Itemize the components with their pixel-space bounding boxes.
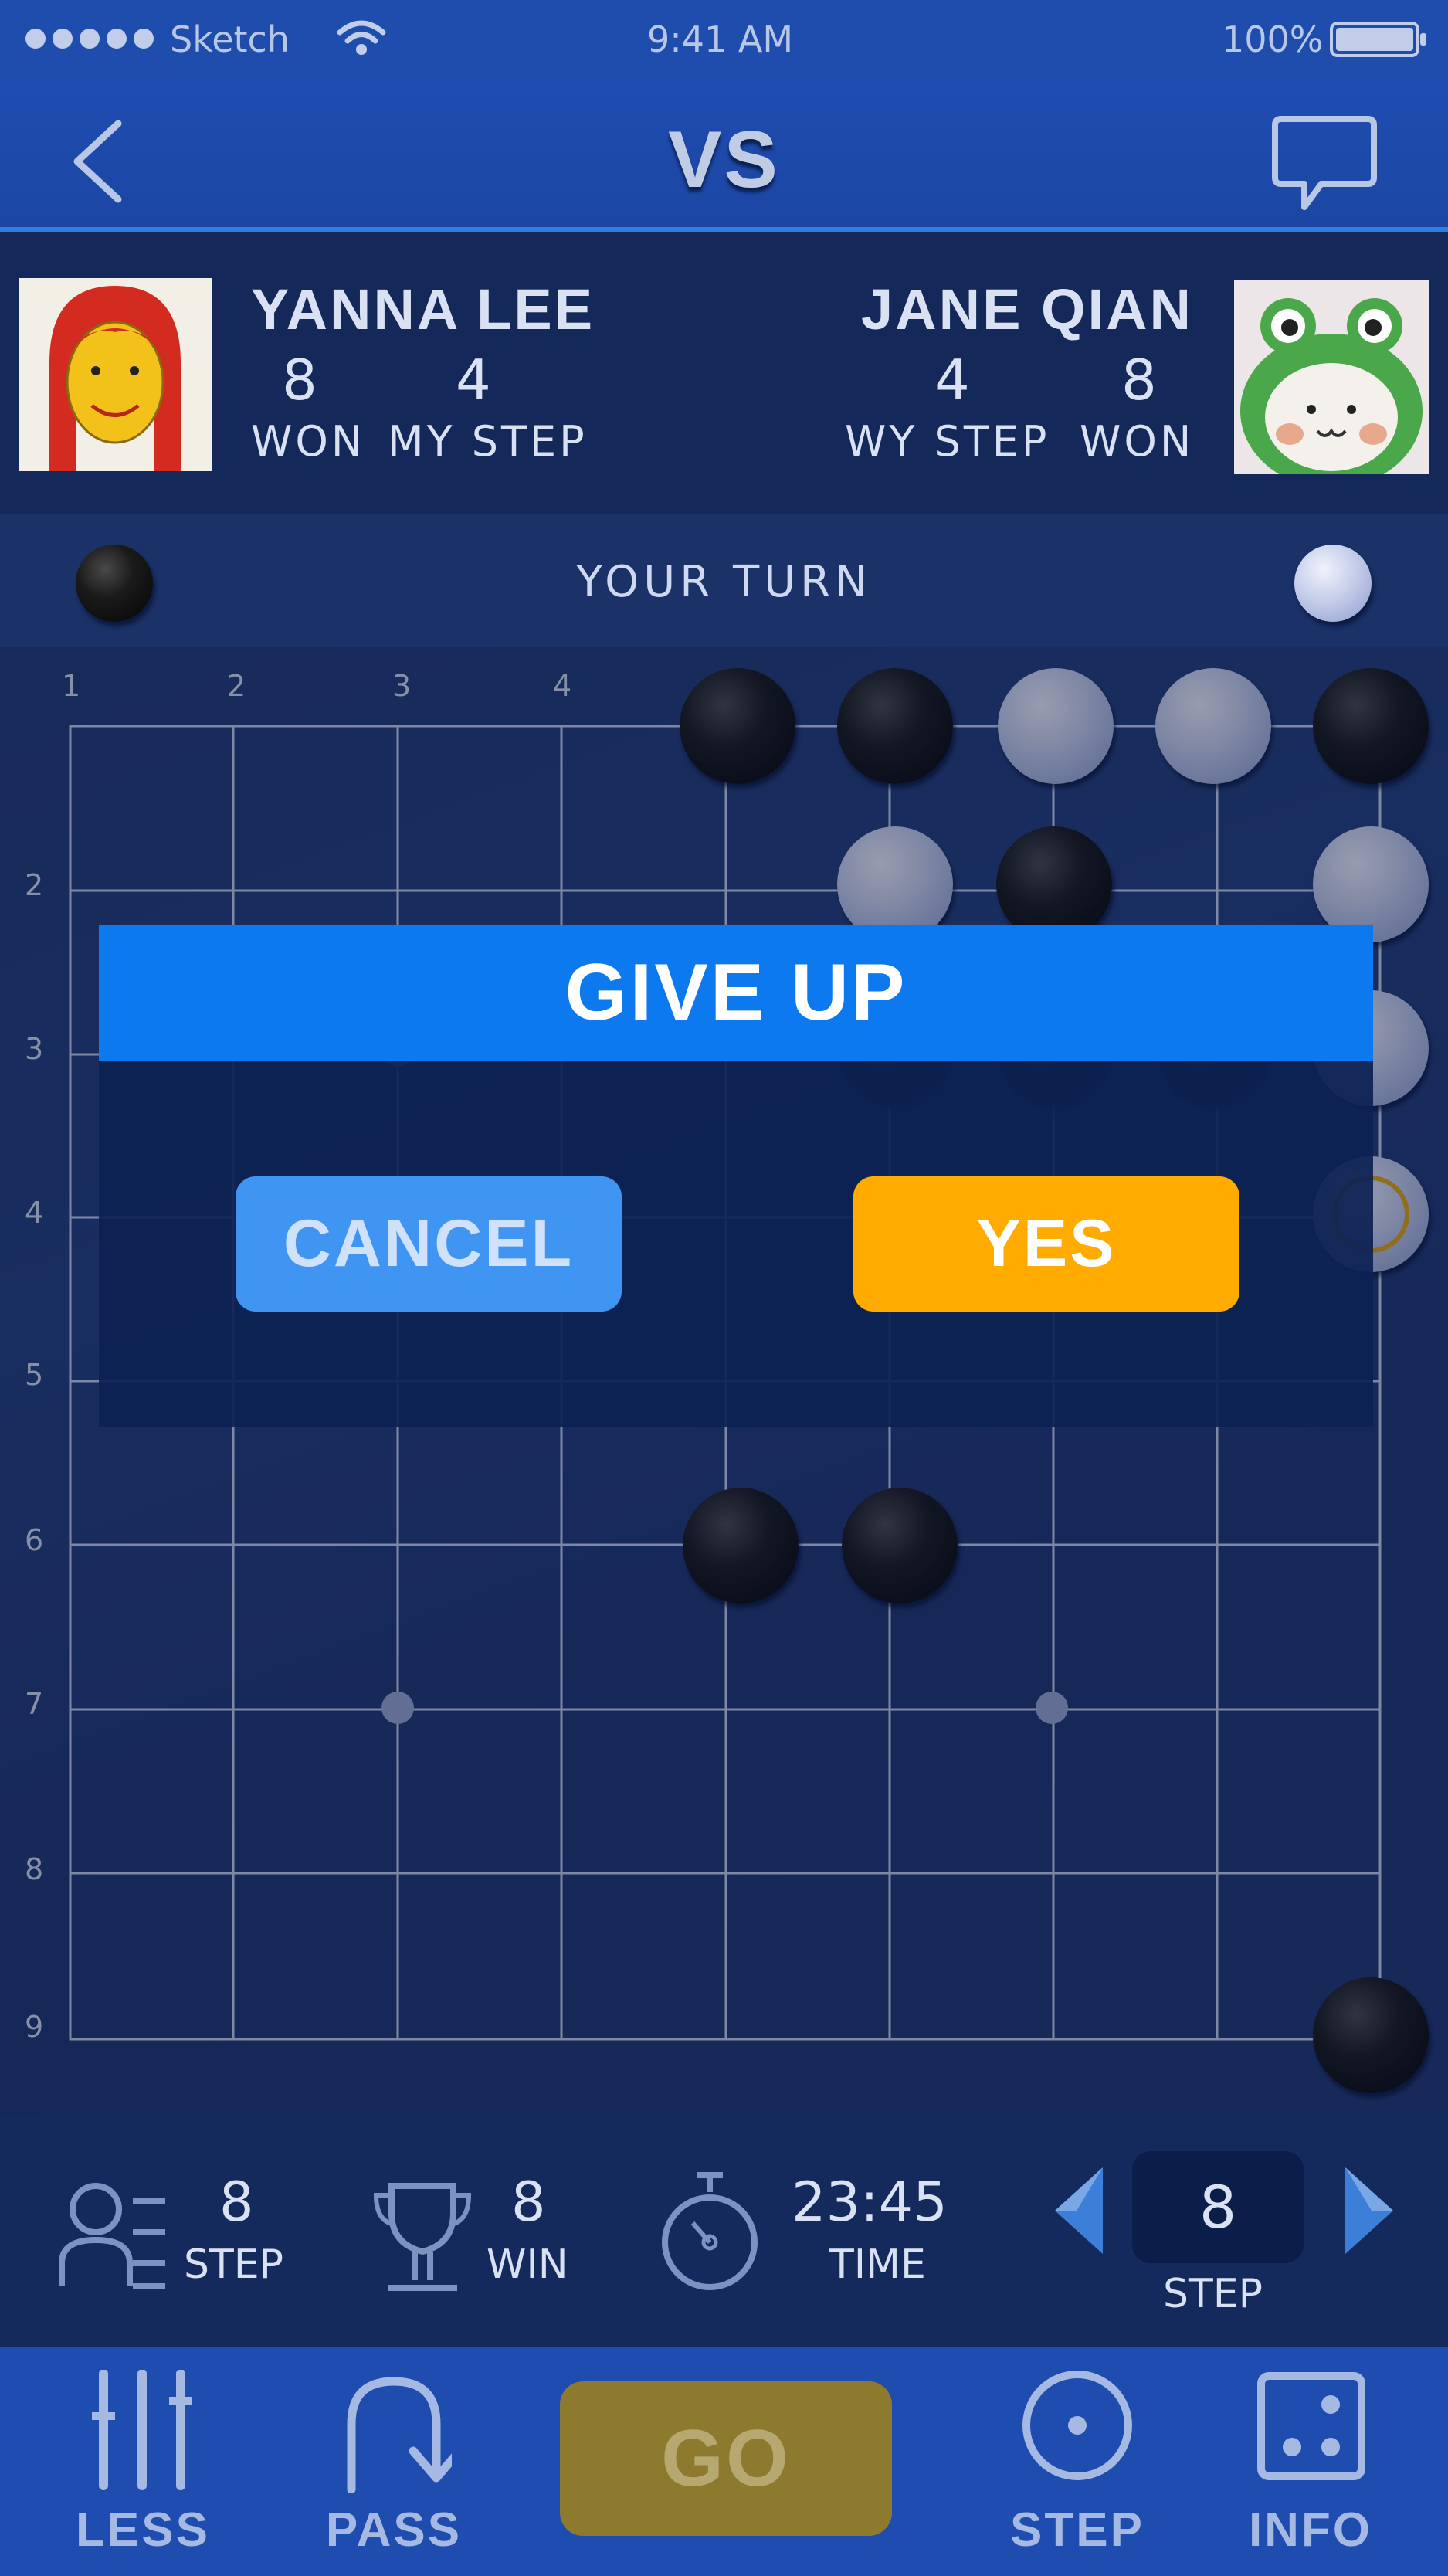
carrier-label: Sketch <box>170 19 290 60</box>
tab-step[interactable]: STEP <box>1008 2370 1147 2563</box>
player-left-step-value: 4 <box>456 348 491 412</box>
step-next-icon[interactable] <box>1342 2164 1396 2257</box>
turn-indicator-bar: YOUR TURN <box>0 514 1448 647</box>
give-up-dialog: GIVE UP CANCEL YES <box>99 925 1373 1427</box>
player-right-won-label: WON <box>1080 417 1195 466</box>
step-stat-value: 8 <box>219 2170 254 2234</box>
step-stepper-value[interactable]: 8 <box>1132 2151 1304 2263</box>
clock: 9:41 AM <box>647 19 794 60</box>
time-stat-label: TIME <box>829 2242 926 2288</box>
stats-bar: 8 STEP 8 WIN 23:45 TIME 8 STEP <box>0 2116 1448 2347</box>
nav-header: VS <box>0 80 1448 233</box>
win-stat-label: WIN <box>487 2242 568 2288</box>
dice-icon <box>1257 2372 1365 2480</box>
app-screen: { "status_bar": { "carrier": "Sketch", "… <box>0 0 1448 2576</box>
page-title: VS <box>668 115 780 205</box>
player-right-name: JANE QIAN <box>861 277 1193 341</box>
tab-step-label: STEP <box>1010 2503 1144 2557</box>
go-button[interactable]: GO <box>560 2381 892 2536</box>
opponent-stone-indicator <box>1294 545 1372 622</box>
yes-button[interactable]: YES <box>853 1176 1239 1312</box>
bottom-tab-bar: LESS PASS GO STEP INFO <box>0 2347 1448 2576</box>
player-left-won-value: 8 <box>282 348 317 412</box>
tab-info[interactable]: INFO <box>1241 2370 1380 2563</box>
player-right-step-value: 4 <box>934 348 970 412</box>
chat-bubble-icon[interactable] <box>1270 113 1378 213</box>
win-stat-value: 8 <box>511 2170 546 2234</box>
tab-info-label: INFO <box>1248 2503 1373 2557</box>
player-left-avatar[interactable] <box>19 278 212 471</box>
battery-percent: 100% <box>1222 19 1324 60</box>
tab-pass[interactable]: PASS <box>324 2370 463 2563</box>
signal-dots-icon <box>25 29 154 49</box>
tab-less-label: LESS <box>76 2503 210 2557</box>
tab-pass-label: PASS <box>325 2503 463 2557</box>
player-left-name: YANNA LEE <box>251 277 595 341</box>
step-circle-icon <box>1022 2371 1132 2480</box>
tab-less[interactable]: LESS <box>73 2370 212 2563</box>
player-left-step-label: MY STEP <box>388 417 588 466</box>
stepper-label: STEP <box>1163 2271 1263 2317</box>
player-right-won-value: 8 <box>1121 348 1157 412</box>
pass-arrow-icon <box>347 2377 452 2493</box>
step-prev-icon[interactable] <box>1052 2164 1106 2257</box>
battery-icon <box>1330 22 1426 57</box>
time-stat-value: 23:45 <box>792 2170 948 2234</box>
stopwatch-icon <box>662 2172 758 2290</box>
player-right-step-label: WY STEP <box>845 417 1050 466</box>
status-bar: Sketch 9:41 AM 100% <box>0 0 1448 80</box>
dialog-title: GIVE UP <box>99 925 1373 1061</box>
turn-label: YOUR TURN <box>576 557 872 607</box>
cancel-button[interactable]: CANCEL <box>236 1176 622 1312</box>
players-panel: YANNA LEE 8 4 WON MY STEP JANE QIAN 4 8 … <box>0 232 1448 514</box>
player-right-avatar[interactable] <box>1234 280 1429 474</box>
wifi-icon <box>337 20 386 55</box>
profile-list-icon <box>59 2183 165 2289</box>
sliders-icon <box>92 2370 192 2490</box>
player-left-won-label: WON <box>251 417 366 466</box>
step-stat-label: STEP <box>184 2242 283 2288</box>
trophy-icon <box>373 2183 472 2291</box>
